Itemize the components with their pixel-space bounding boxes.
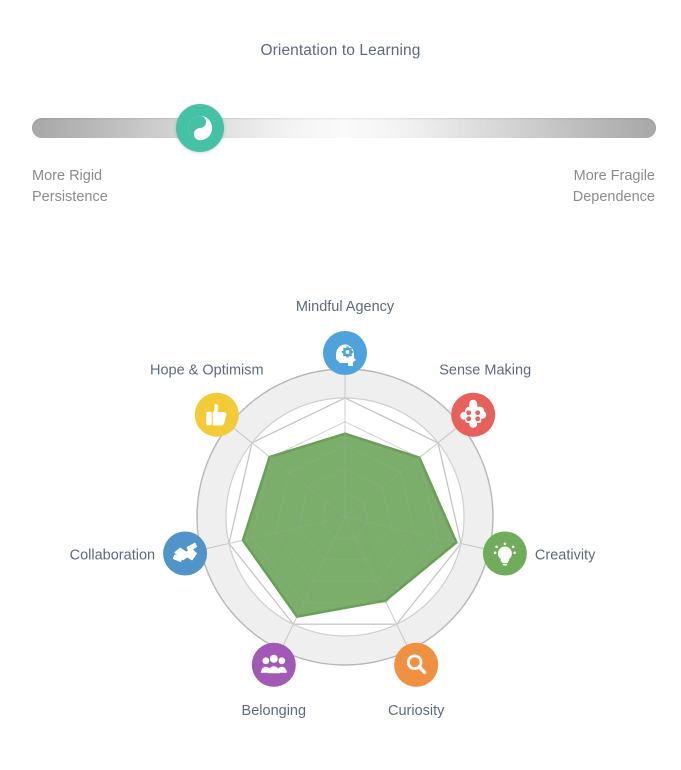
- orientation-to-learning-page: Orientation to Learning More Rigid Persi…: [0, 0, 681, 770]
- slider-track[interactable]: [32, 118, 656, 138]
- axis-label: Mindful Agency: [296, 299, 395, 315]
- axis-badge[interactable]: [251, 642, 296, 687]
- slider-right-caption: More Fragile Dependence: [573, 166, 655, 208]
- axis-label: Creativity: [535, 548, 596, 564]
- axis-badge[interactable]: [394, 642, 439, 687]
- slider-right-caption-line1: More Fragile: [573, 168, 655, 184]
- radar-axis-node-collaboration[interactable]: Collaboration: [70, 531, 208, 576]
- axis-label: Belonging: [242, 703, 307, 719]
- slider-right-caption-line2: Dependence: [572, 189, 655, 205]
- yin-yang-icon: [187, 115, 213, 141]
- slider-left-caption-line1: More Rigid: [32, 168, 103, 184]
- radar-axis-node-creativity[interactable]: Creativity: [482, 531, 596, 576]
- learning-dispositions-radar-chart: Mindful Agency Sense Making Creativity Curi…: [0, 255, 681, 770]
- slider-left-caption: More Rigid Persistence: [32, 166, 108, 208]
- axis-label: Sense Making: [439, 363, 531, 379]
- axis-label: Curiosity: [388, 703, 445, 719]
- slider-handle[interactable]: [176, 104, 225, 152]
- axis-label: Hope & Optimism: [150, 363, 264, 379]
- page-title: Orientation to Learning: [260, 42, 421, 59]
- radar-axis-node-mindful-agency[interactable]: Mindful Agency: [296, 299, 395, 375]
- axis-label: Collaboration: [70, 548, 155, 564]
- orientation-slider[interactable]: [32, 104, 656, 152]
- slider-left-caption-line2: Persistence: [32, 189, 108, 205]
